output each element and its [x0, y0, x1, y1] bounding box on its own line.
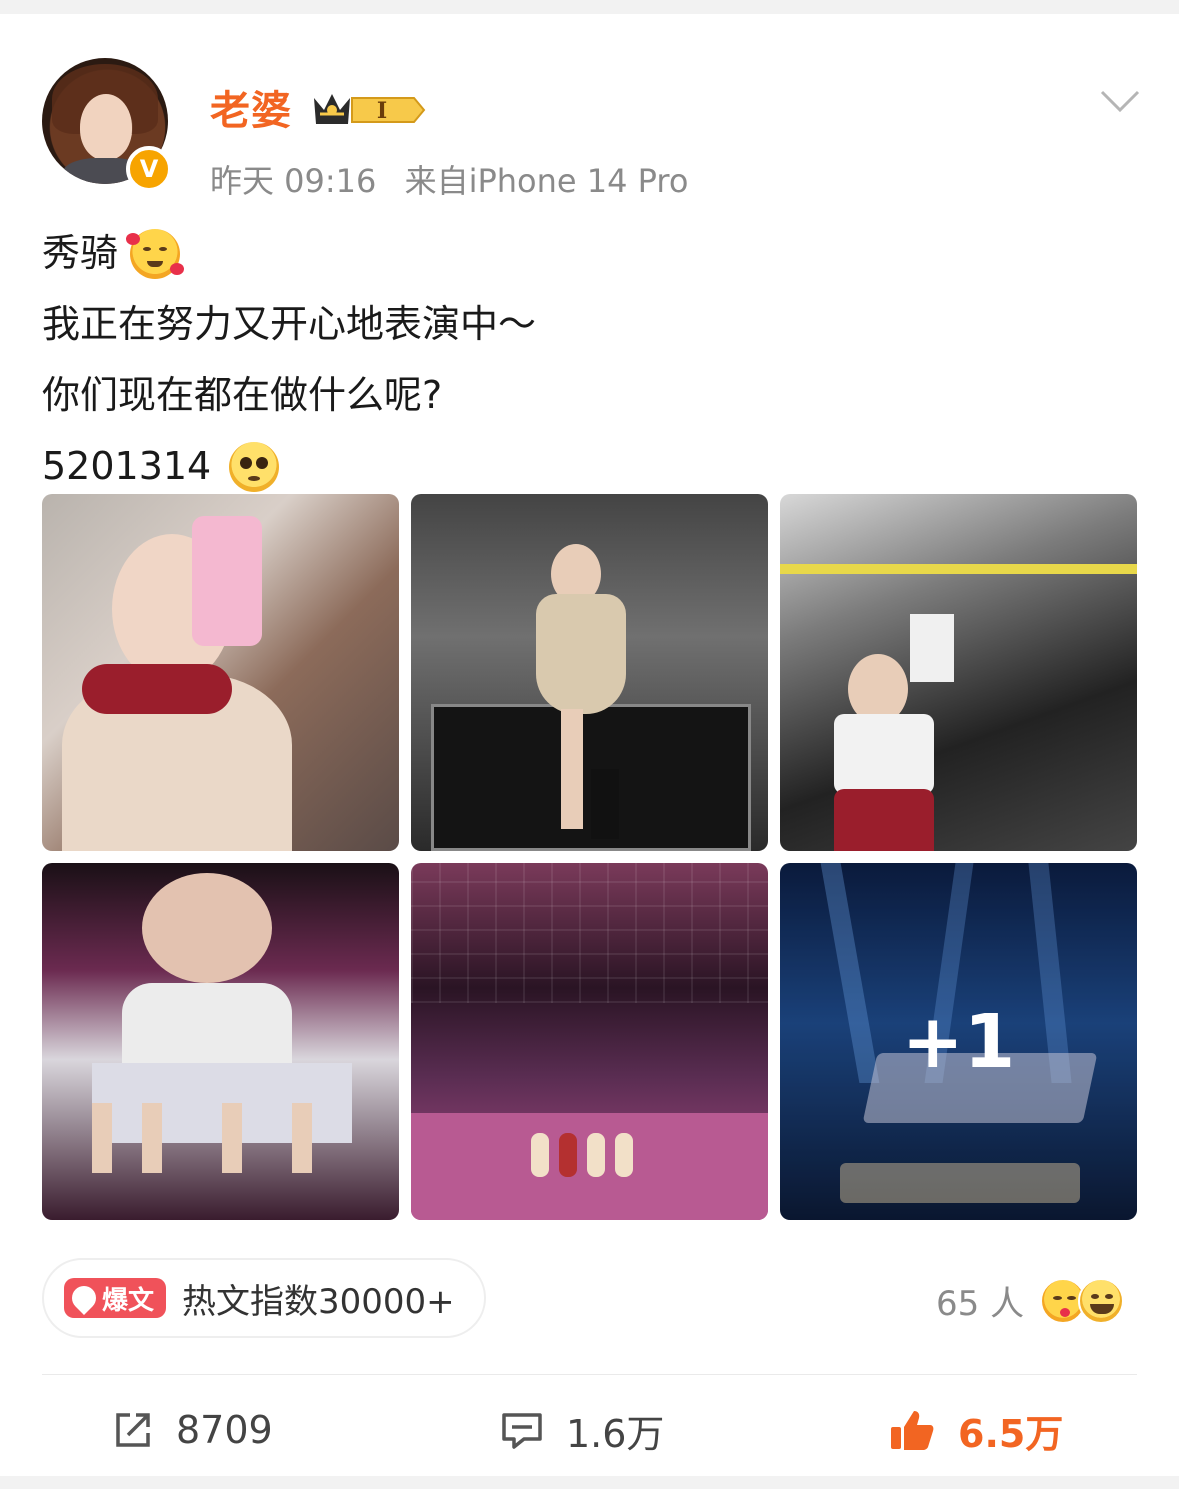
post-time: 昨天 09:16	[210, 162, 377, 200]
hot-article-pill[interactable]: 爆文 热文指数30000+	[42, 1258, 486, 1338]
comment-icon	[502, 1413, 542, 1449]
vip-level-text: I	[377, 98, 387, 124]
post-source[interactable]: 来自iPhone 14 Pro	[405, 162, 689, 200]
content-line-4: 5201314	[42, 431, 536, 502]
post-card: V 老婆 I 昨天 09:16 来自iPhone 14 Pro 秀骑 我正在努力…	[0, 14, 1179, 1476]
more-images-overlay[interactable]: +1	[780, 863, 1137, 1220]
like-button[interactable]: 6.5万	[888, 1402, 1063, 1458]
chevron-down-icon[interactable]	[1100, 88, 1140, 114]
image-grid: +1	[42, 494, 1137, 1220]
flame-icon	[67, 1281, 101, 1315]
comment-button[interactable]: 1.6万	[500, 1402, 664, 1458]
like-count: 6.5万	[958, 1411, 1064, 1456]
pleading-face-emoji-icon	[229, 441, 280, 492]
post-image-3[interactable]	[780, 494, 1137, 851]
share-button[interactable]: 8709	[112, 1402, 273, 1458]
post-image-1[interactable]	[42, 494, 399, 851]
content-line-1: 秀骑	[42, 218, 536, 289]
post-content: 秀骑 我正在努力又开心地表演中～ 你们现在都在做什么呢? 5201314	[42, 218, 536, 502]
hot-article-badge: 爆文	[64, 1278, 167, 1318]
share-icon	[116, 1413, 150, 1447]
post-image-5[interactable]	[411, 863, 768, 1220]
comment-count: 1.6万	[566, 1411, 665, 1456]
hot-index-text: 热文指数30000+	[182, 1281, 455, 1322]
grinning-face-emoji-icon	[1078, 1277, 1125, 1324]
thumbs-up-icon	[891, 1411, 934, 1450]
post-image-2[interactable]	[411, 494, 768, 851]
reactions-summary[interactable]: 65 人	[936, 1276, 1125, 1325]
content-line-2: 我正在努力又开心地表演中～	[42, 302, 537, 346]
reactions-count: 65 人	[936, 1284, 1025, 1324]
divider	[42, 1374, 1137, 1375]
avatar-face	[80, 94, 132, 160]
content-line-3: 你们现在都在做什么呢?	[42, 373, 443, 417]
post-image-4[interactable]	[42, 863, 399, 1220]
author-name[interactable]: 老婆	[210, 78, 292, 136]
post-image-6[interactable]: +1	[780, 863, 1137, 1220]
smiling-hearts-emoji-icon	[126, 228, 185, 279]
post-meta: 昨天 09:16 来自iPhone 14 Pro	[210, 156, 706, 202]
share-count: 8709	[176, 1408, 273, 1452]
vip-crown-badge-icon[interactable]: I	[310, 88, 426, 132]
verified-badge-icon: V	[126, 146, 172, 192]
